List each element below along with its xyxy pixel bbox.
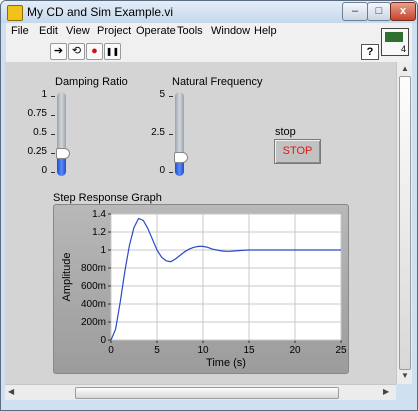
maximize-button[interactable]: □ [367,2,391,21]
y-tick-label: 1.2 [92,227,106,238]
damp-scale-tick-label: 0.25 [27,146,47,157]
y-tick-label: 1 [100,245,106,256]
x-axis-label: Time (s) [206,357,246,369]
menu-bar: File Edit View Project Operate Tools Win… [6,23,412,41]
damp-scale-tick-label: 1 [41,89,47,100]
scroll-left-arrow-icon[interactable]: ◀ [8,387,14,396]
menu-tools[interactable]: Tools [177,25,203,37]
y-tick-label: 800m [81,263,106,274]
run-continuously-icon[interactable]: ⟲ [68,43,85,60]
menu-edit[interactable]: Edit [39,25,58,37]
x-tick-label: 20 [289,345,301,356]
freq-scale-tick-mark [169,96,173,97]
y-axis-label: Amplitude [61,253,73,302]
scroll-right-arrow-icon[interactable]: ▶ [383,387,389,396]
damp-scale-tick-label: 0.75 [27,108,47,119]
abort-execution-icon[interactable]: ● [86,43,103,60]
step-response-graph: 0 5 10 15 20 25 0 200m 400m 600m 800m 1 1.2 1.4 Time (… [53,204,349,374]
stop-button[interactable]: STOP [274,139,321,164]
horizontal-scroll-thumb[interactable] [75,387,339,399]
graph-plot-area: 0 5 10 15 20 25 0 200m 400m 600m 800m 1 1.2 1.4 Time (… [61,209,347,369]
vertical-scroll-thumb[interactable] [399,76,411,370]
damp-scale-tick-mark [51,134,55,135]
context-help-icon[interactable]: ? [361,44,379,60]
toolbar: ➔ ⟲ ● ❚❚ ? [6,41,412,63]
plot-background [110,213,342,341]
x-tick-label: 10 [197,345,209,356]
y-tick-label: 600m [81,281,106,292]
x-tick-label: 0 [108,345,114,356]
damp-scale-tick-mark [51,96,55,97]
y-tick-label: 200m [81,317,106,328]
vi-icon-number: 4 [400,44,406,54]
menu-view[interactable]: View [66,25,90,37]
damp-scale-tick-mark [51,153,55,154]
damping-ratio-label: Damping Ratio [55,76,128,88]
stop-label: stop [275,126,296,138]
close-button[interactable]: x [390,2,416,21]
menu-project[interactable]: Project [97,25,131,37]
natural-frequency-label: Natural Frequency [172,76,263,88]
labview-vi-icon [7,5,23,21]
menu-file[interactable]: File [11,25,29,37]
freq-scale-tick-label: 5 [159,89,165,100]
x-tick-label: 15 [243,345,255,356]
damp-scale-tick-mark [51,115,55,116]
menu-help[interactable]: Help [254,25,277,37]
scroll-up-arrow-icon[interactable]: ▲ [401,64,409,73]
minimize-button[interactable]: – [342,2,368,21]
menu-operate[interactable]: Operate [136,25,176,37]
damp-scale-tick-mark [51,172,55,173]
vertical-scrollbar[interactable]: ▲ ▼ [396,62,412,384]
title-bar[interactable]: My CD and Sim Example.vi – □ x [1,1,417,23]
x-tick-label: 25 [335,345,347,356]
freq-scale-tick-label: 2.5 [151,127,165,138]
graph-title: Step Response Graph [53,192,162,204]
damping-ratio-slider-thumb[interactable] [56,148,70,159]
freq-scale-tick-label: 0 [159,165,165,176]
y-tick-label: 0 [100,335,106,346]
y-tick-label: 1.4 [92,209,106,220]
pause-icon[interactable]: ❚❚ [104,43,121,60]
damp-scale-tick-label: 0 [41,165,47,176]
window-title: My CD and Sim Example.vi [27,5,174,19]
y-tick-label: 400m [81,299,106,310]
natural-frequency-slider-thumb[interactable] [174,151,188,163]
run-arrow-icon[interactable]: ➔ [50,43,67,60]
menu-window[interactable]: Window [211,25,250,37]
freq-scale-tick-mark [169,172,173,173]
x-tick-label: 5 [154,345,160,356]
damp-scale-tick-label: 0.5 [33,127,47,138]
freq-scale-tick-mark [169,134,173,135]
horizontal-scrollbar[interactable]: ◀ ▶ [5,384,396,400]
vi-connector-icon: 4 [381,28,409,56]
scroll-down-arrow-icon[interactable]: ▼ [401,371,409,380]
front-panel: Damping Ratio 1 0.75 0.5 0.25 0 Natural Freq… [5,62,396,384]
